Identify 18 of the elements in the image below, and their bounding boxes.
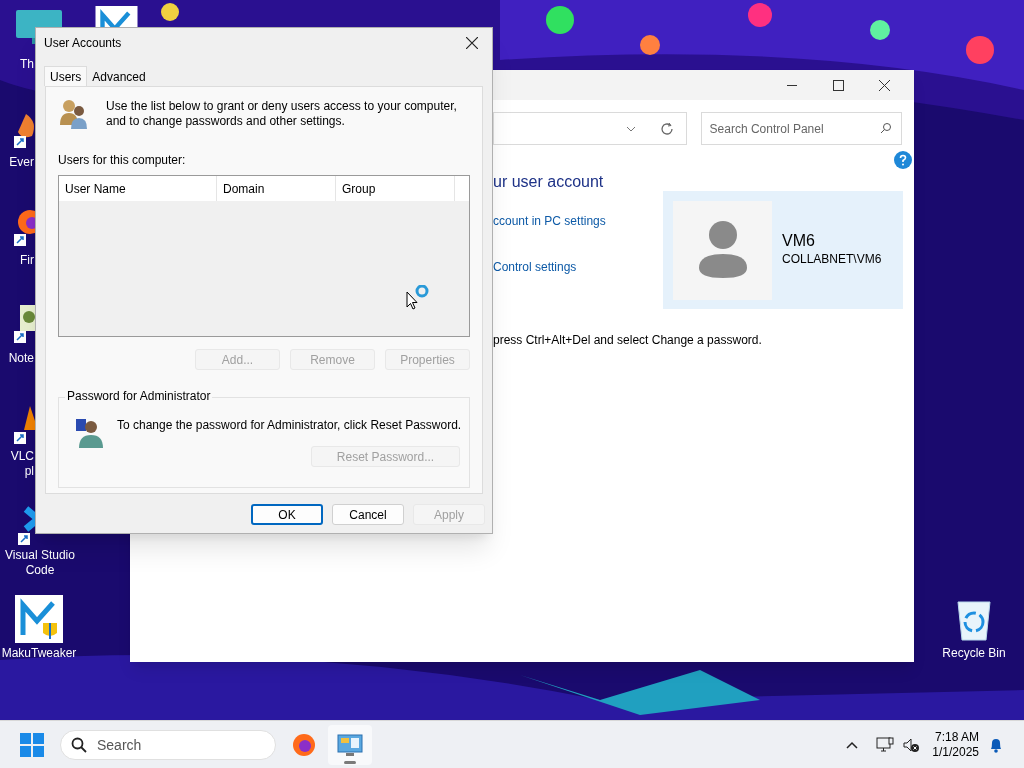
list-label: Users for this computer: [58,152,187,169]
user-account: COLLABNET\VM6 [782,251,882,268]
password-note: press Ctrl+Alt+Del and select Change a password. [492,332,763,349]
desktop-icon-label: Code [25,563,55,578]
desktop-icon-label: Recycle Bin [942,646,1006,661]
desktop-icon-label: MakuTweaker [1,646,77,661]
section-heading: ur user account [493,172,605,192]
desktop-icon-label: pl [24,464,34,479]
desktop-icon-label: Fir [20,253,34,268]
intro-text: Use the list below to grant or deny users access to your computer, and to change passwords and other settings. [106,99,458,129]
user-name: VM6 [782,232,816,250]
desktop-icon-label: Th [20,57,34,72]
desktop-icon-label: VLC [10,449,34,464]
desktop-icon-label: Note [8,351,34,366]
desktop-icon-label: Visual Studio [5,548,75,563]
password-text: To change the password for Administrator, click Reset Password. [117,417,462,434]
desktop-icon-label: Ever [9,155,34,170]
window-title: User Accounts [44,35,122,52]
